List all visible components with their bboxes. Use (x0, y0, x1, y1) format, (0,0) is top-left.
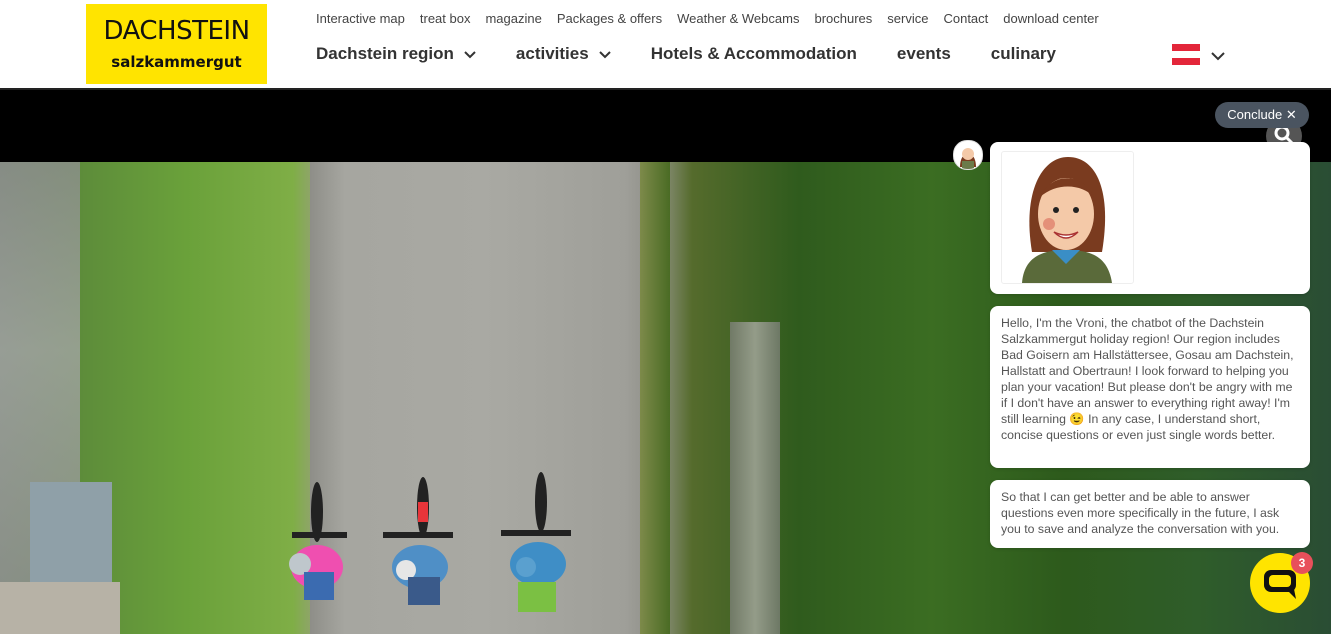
topnav-download-center[interactable]: download center (1003, 11, 1098, 26)
austria-flag-icon[interactable] (1172, 44, 1200, 65)
vroni-avatar-icon (953, 140, 983, 170)
nav-label: Hotels & Accommodation (650, 44, 857, 63)
top-nav: Interactive map treat box magazine Packa… (316, 11, 1114, 26)
rock-outcrop (730, 322, 780, 634)
topnav-brochures[interactable]: brochures (814, 11, 872, 26)
unread-count-badge: 3 (1291, 552, 1313, 574)
cyclist-green (501, 472, 571, 612)
nav-events[interactable]: events (897, 44, 951, 64)
nav-label: events (896, 44, 951, 63)
grass-edge (640, 162, 670, 634)
topnav-packages-offers[interactable]: Packages & offers (557, 11, 662, 26)
nav-hotels-accommodation[interactable]: Hotels & Accommodation (651, 44, 857, 64)
nav-activities[interactable]: activities (516, 44, 611, 64)
chat-message: So that I can get better and be able to … (990, 480, 1310, 548)
site-header: DACHSTEIN salzkammergut Interactive map … (0, 0, 1331, 88)
rock-block (30, 482, 112, 582)
conclude-chat-button[interactable]: Conclude ✕ (1215, 102, 1309, 128)
topnav-magazine[interactable]: magazine (485, 11, 541, 26)
chevron-down-icon (598, 51, 611, 59)
dachstein-logo[interactable]: DACHSTEIN salzkammergut (86, 4, 267, 84)
nav-dachstein-region[interactable]: Dachstein region (316, 44, 476, 64)
topnav-contact[interactable]: Contact (943, 11, 988, 26)
topnav-service[interactable]: service (887, 11, 928, 26)
cyclist-blue (383, 477, 453, 605)
nav-label: culinary (990, 44, 1056, 63)
chevron-down-icon[interactable] (1210, 48, 1226, 64)
topnav-interactive-map[interactable]: Interactive map (316, 11, 405, 26)
nav-label: activities (515, 44, 589, 63)
vroni-cartoon-image (1001, 151, 1134, 284)
logo-title: DACHSTEIN (103, 16, 250, 46)
chat-image-bubble (990, 142, 1310, 294)
chevron-down-icon (464, 51, 476, 59)
topnav-treat-box[interactable]: treat box (420, 11, 471, 26)
logo-subtitle: salzkammergut (111, 53, 242, 71)
cycling-path (310, 162, 660, 634)
topnav-weather-webcams[interactable]: Weather & Webcams (677, 11, 799, 26)
chat-message: Hello, I'm the Vroni, the chatbot of the… (990, 306, 1310, 468)
main-nav: Dachstein region activities Hotels & Acc… (316, 44, 1096, 64)
nav-culinary[interactable]: culinary (991, 44, 1056, 64)
stone-wall (0, 582, 120, 634)
nav-label: Dachstein region (316, 44, 454, 63)
cyclist-pink (289, 482, 347, 600)
